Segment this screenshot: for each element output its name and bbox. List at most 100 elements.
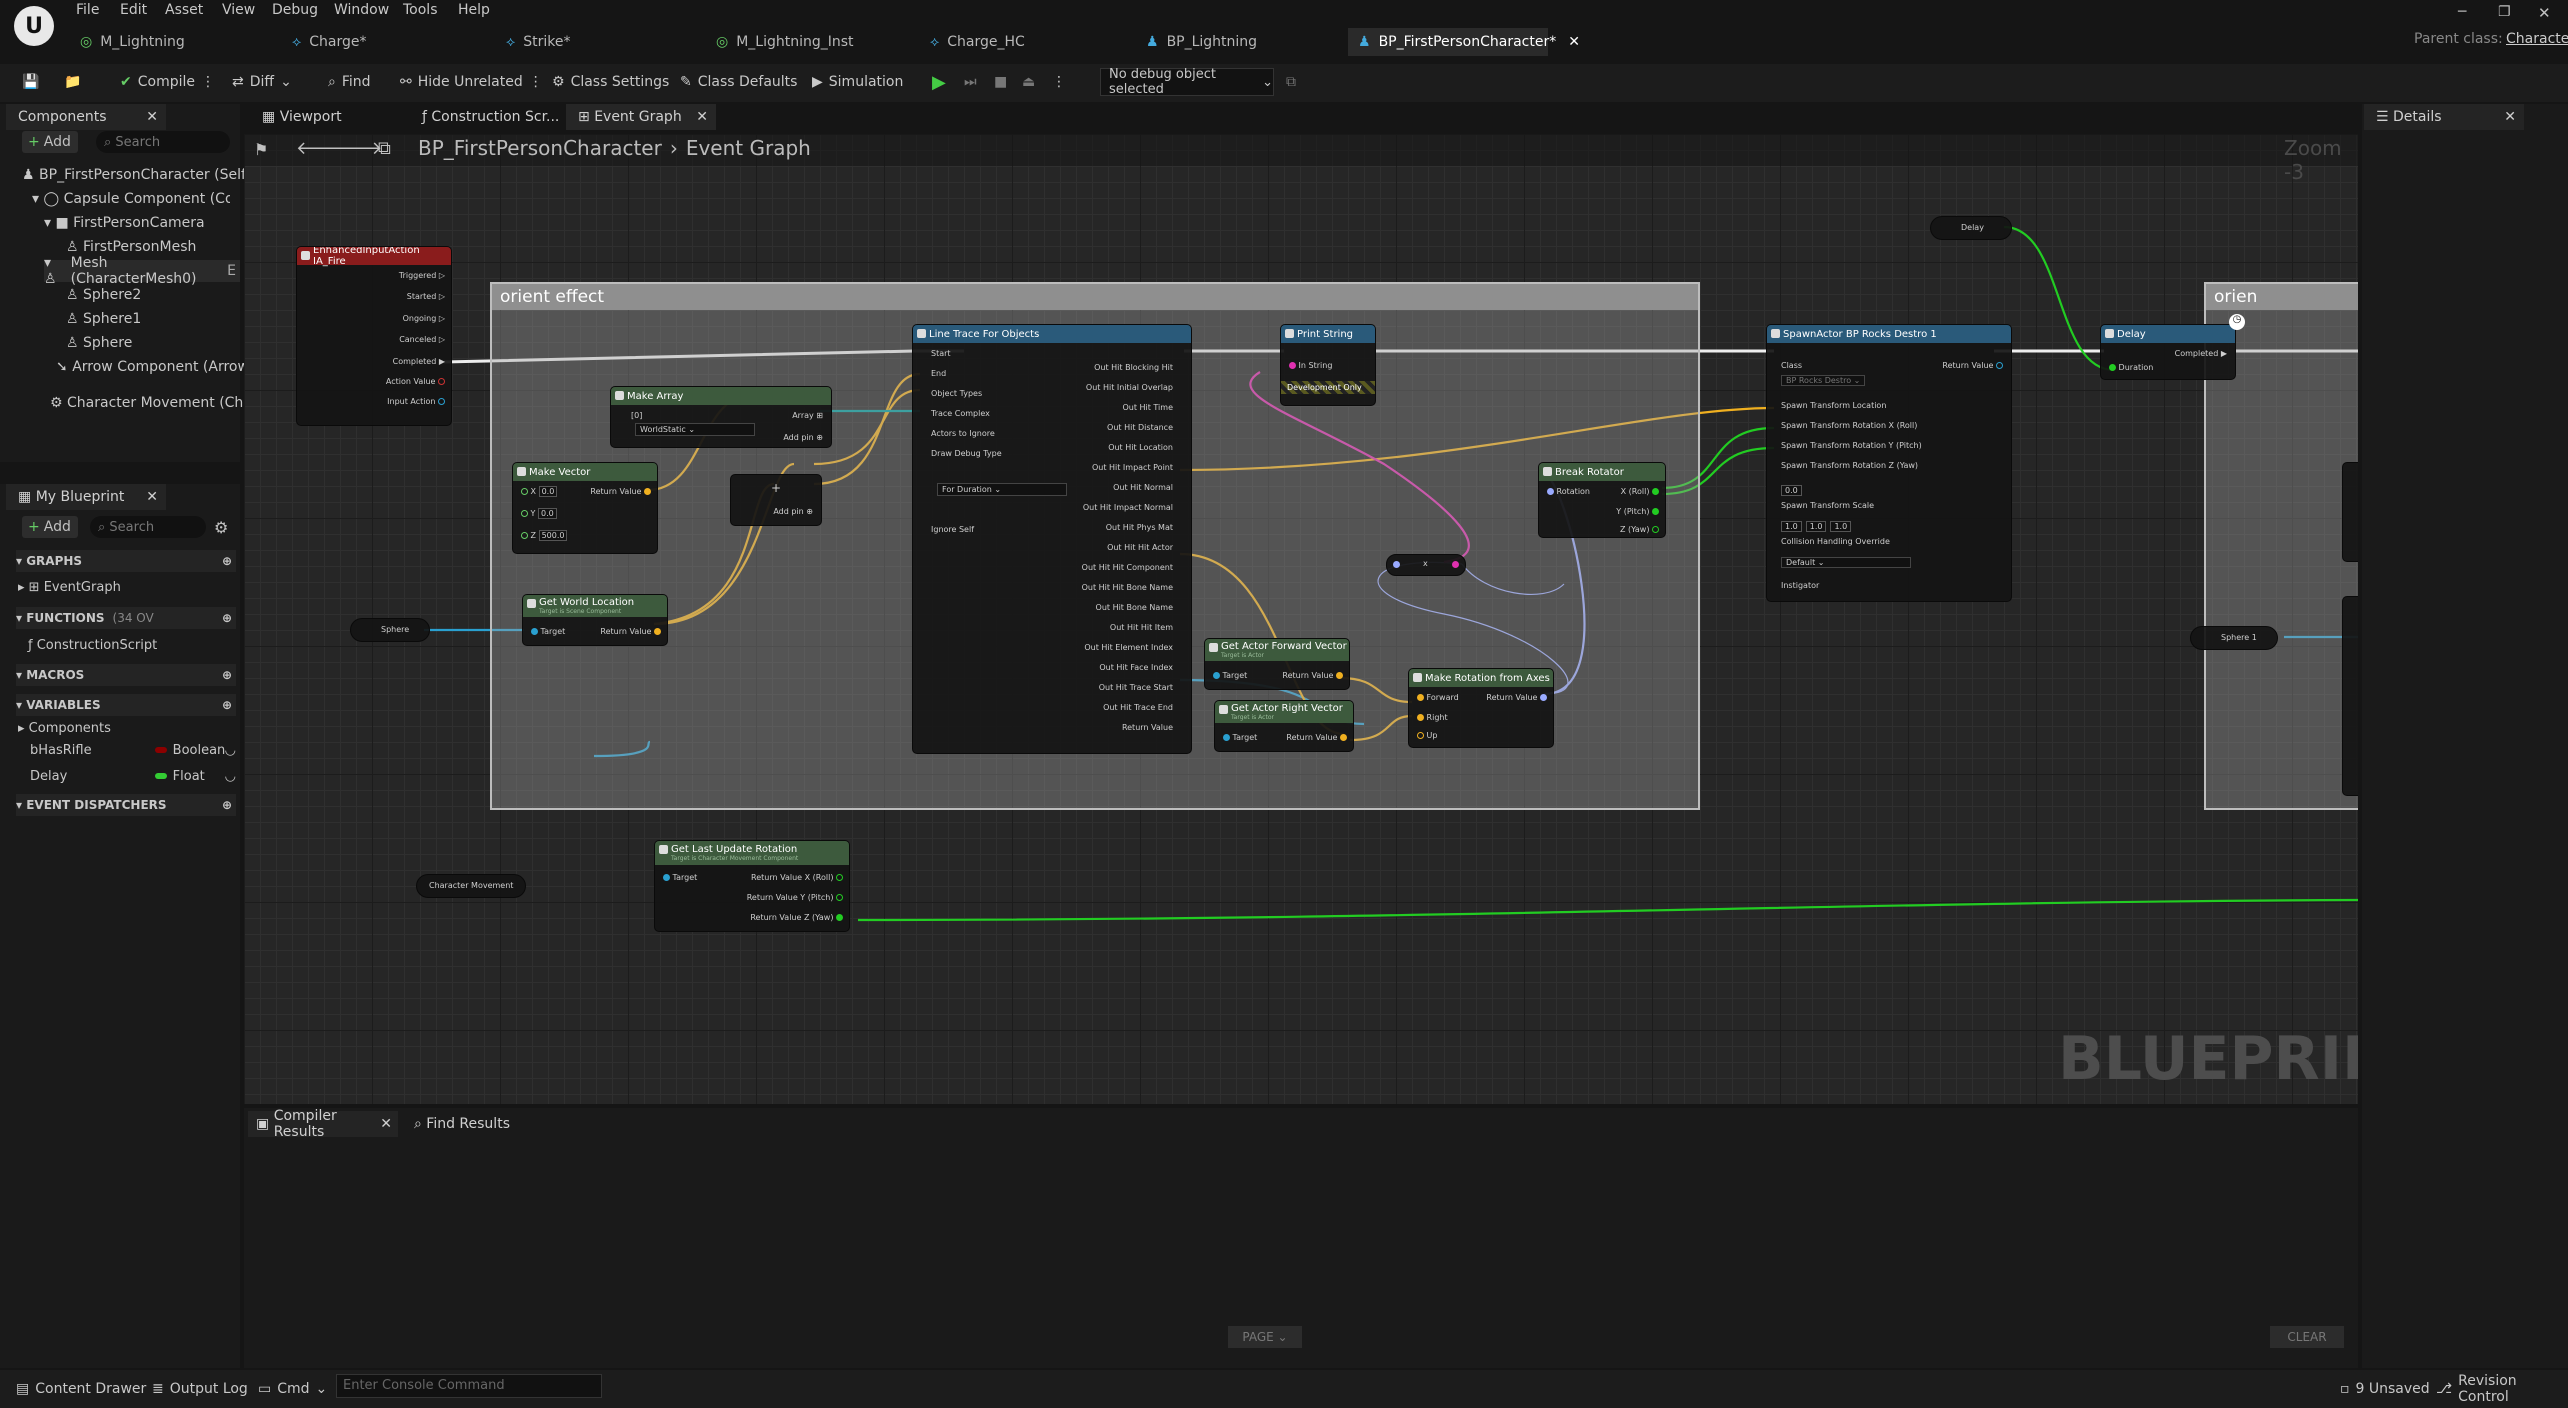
pin-output[interactable]: Out Hit Element Index — [1084, 643, 1173, 652]
compile-button[interactable]: ✔ Compile ⋮ — [120, 68, 215, 96]
diff-button[interactable]: ⇄ Diff ⌄ — [232, 68, 292, 96]
content-drawer-button[interactable]: ▤ Content Drawer — [16, 1376, 146, 1402]
component-arrow[interactable]: ➘ Arrow Component (Arrow) — [56, 356, 254, 378]
pin-return[interactable]: Return Value — [1486, 693, 1547, 702]
doc-tab-charge-hc[interactable]: ⟡ Charge_HC — [930, 28, 1130, 56]
components-add-button[interactable]: + Add — [22, 131, 78, 153]
pin-x[interactable]: X 0.0 — [521, 486, 558, 497]
tab-event-graph[interactable]: ⊞ Event Graph ✕ — [566, 104, 716, 130]
pin-pitch[interactable]: Y (Pitch) — [1616, 507, 1659, 516]
component-sphere[interactable]: ♙ Sphere — [66, 332, 132, 354]
class-select[interactable]: BP Rocks Destro ⌄ — [1781, 375, 1866, 386]
pin-yaw[interactable]: Return Value Z (Yaw) — [750, 913, 843, 922]
pin-return[interactable]: Return Value — [1286, 733, 1347, 742]
node-multiply[interactable]: x — [1386, 554, 1466, 576]
pin-input[interactable]: Ignore Self — [931, 525, 974, 534]
browse-button[interactable]: 📁 — [64, 68, 81, 96]
pin-ongoing[interactable]: Ongoing ▷ — [403, 314, 445, 323]
pin-triggered[interactable]: Triggered ▷ — [399, 271, 445, 280]
pin-input[interactable]: Draw Debug Type — [931, 449, 1002, 458]
component-character-movement[interactable]: ⚙ Character Movement (CharMoveComp) — [50, 392, 253, 414]
node-offscreen-right[interactable] — [2342, 596, 2358, 796]
node-spawn-actor[interactable]: SpawnActor BP Rocks Destro 1 Class Spawn … — [1766, 324, 2012, 602]
yaw-field[interactable]: 0.0 — [1781, 485, 1802, 496]
doc-tab-bp-lightning[interactable]: ♟ BP_Lightning — [1146, 28, 1346, 56]
pin-target[interactable]: Target — [1213, 671, 1247, 680]
eye-icon[interactable]: ◡ — [225, 769, 236, 784]
menu-debug[interactable]: Debug — [272, 2, 318, 22]
close-icon[interactable]: ✕ — [146, 109, 158, 125]
doc-tab-strike[interactable]: ⟡ Strike* — [506, 28, 706, 56]
var-sphere1-node[interactable]: Sphere 1 — [2190, 626, 2278, 650]
component-self[interactable]: ♟ BP_FirstPersonCharacter (Self) — [22, 164, 251, 186]
pin-output[interactable]: Out Hit Impact Point — [1092, 463, 1173, 472]
section-variables[interactable]: ▾ VARIABLES ⊕ — [16, 694, 236, 716]
restore-button[interactable]: ❐ — [2498, 4, 2511, 20]
collision-select[interactable]: Default ⌄ — [1781, 557, 1911, 568]
tab-compiler-results[interactable]: ▣ Compiler Results ✕ — [248, 1108, 398, 1140]
comment-title[interactable]: orient effect — [492, 284, 1698, 310]
section-graphs[interactable]: ▾ GRAPHS ⊕ — [16, 550, 236, 572]
console-input[interactable]: Enter Console Command — [336, 1374, 602, 1398]
play-options-button[interactable]: ⋮ — [1052, 68, 1066, 96]
page-button[interactable]: PAGE ⌄ — [1228, 1326, 1302, 1348]
gear-icon[interactable]: ⚙ — [214, 518, 228, 537]
pin-output[interactable]: Out Hit Hit Actor — [1107, 543, 1173, 552]
pin-completed[interactable]: Completed ▶ — [2175, 349, 2227, 358]
pin-return[interactable]: Return Value — [590, 487, 651, 496]
pin-input[interactable]: Instigator — [1781, 581, 1819, 590]
debug-filter-button[interactable]: ⧉ — [1286, 68, 1296, 96]
node-make-rotation-axes[interactable]: Make Rotation from Axes Forward Right Up… — [1408, 668, 1554, 748]
pin-array-out[interactable]: Array ⊞ — [792, 411, 823, 420]
close-icon[interactable]: ✕ — [380, 1116, 392, 1132]
var-character-movement-node[interactable]: Character Movement — [416, 874, 526, 898]
pin-output[interactable]: Out Hit Hit Item — [1110, 623, 1173, 632]
menu-edit[interactable]: Edit — [120, 2, 147, 22]
node-offscreen-right-2[interactable] — [2342, 462, 2358, 562]
add-circle-icon[interactable]: ⊕ — [222, 668, 232, 682]
function-construction-script[interactable]: ƒ ConstructionScript — [28, 634, 157, 656]
component-mesh[interactable]: ▾ ♙ Mesh (CharacterMesh0) E — [44, 255, 240, 287]
eject-button[interactable]: ⏏ — [1022, 68, 1035, 96]
variable-bhasrifle[interactable]: bHasRifle Boolean ◡ — [30, 739, 236, 761]
doc-tab-charge[interactable]: ⟡ Charge* — [292, 28, 492, 56]
pin-input[interactable]: Start — [931, 349, 951, 358]
node-make-array[interactable]: Make Array [0] WorldStatic ⌄ Array ⊞ Add… — [610, 386, 832, 448]
details-tab[interactable]: ☰ Details ✕ — [2364, 104, 2524, 130]
pin-target[interactable]: Target — [663, 873, 697, 882]
pin-output[interactable]: Return Value — [1122, 723, 1173, 732]
menu-asset[interactable]: Asset — [165, 2, 203, 22]
node-input-action[interactable]: EnhancedInputAction IA_Fire Triggered ▷ … — [296, 246, 452, 426]
class-settings-button[interactable]: ⚙ Class Settings — [552, 68, 669, 96]
pin-action-value[interactable]: Action Value — [386, 377, 445, 386]
component-sphere1[interactable]: ♙ Sphere1 — [66, 308, 141, 330]
pin-input[interactable]: Spawn Transform Location — [1781, 401, 1886, 410]
cmd-select[interactable]: ▭ Cmd ⌄ — [258, 1376, 327, 1402]
variable-delay[interactable]: Delay Float ◡ — [30, 765, 236, 787]
class-defaults-button[interactable]: ✎ Class Defaults — [680, 68, 797, 96]
pin-output[interactable]: Out Hit Time — [1122, 403, 1173, 412]
doc-tab-m-lightning-inst[interactable]: ◎ M_Lightning_Inst — [716, 28, 916, 56]
node-get-right-vector[interactable]: Get Actor Right Vector Target is Actor Ta… — [1214, 700, 1354, 752]
unreal-logo[interactable]: U — [14, 6, 54, 46]
pin-pitch[interactable]: Return Value Y (Pitch) — [747, 893, 843, 902]
pin-input[interactable]: Collision Handling Override — [1781, 537, 1890, 546]
object-type-select[interactable]: WorldStatic ⌄ — [635, 423, 755, 436]
output-log-button[interactable]: ≣ Output Log — [152, 1376, 248, 1402]
pin-roll[interactable]: Return Value X (Roll) — [751, 873, 843, 882]
pin-input[interactable]: Class — [1781, 361, 1802, 370]
section-macros[interactable]: ▾ MACROS ⊕ — [16, 664, 236, 686]
pin-output[interactable]: Out Hit Hit Component — [1082, 563, 1173, 572]
node-make-vector[interactable]: Make Vector X 0.0 Y 0.0 Z 500.0 Return V… — [512, 462, 658, 554]
step-button[interactable]: ⏭ — [964, 68, 977, 96]
pin-output[interactable]: Out Hit Bone Name — [1096, 603, 1173, 612]
var-sphere-node[interactable]: Sphere — [350, 618, 430, 642]
menu-help[interactable]: Help — [458, 2, 490, 22]
parent-class-link[interactable]: Character — [2506, 31, 2568, 47]
tab-find-results[interactable]: ⌕ Find Results — [406, 1111, 556, 1137]
section-functions[interactable]: ▾ FUNCTIONS (34 OV ⊕ — [16, 607, 236, 629]
my-blueprint-add-button[interactable]: + Add — [22, 516, 78, 538]
node-get-forward-vector[interactable]: Get Actor Forward Vector Target is Actor … — [1204, 638, 1350, 690]
pin-output[interactable]: Out Hit Distance — [1107, 423, 1173, 432]
revision-control-button[interactable]: ⎇ Revision Control — [2436, 1373, 2568, 1405]
